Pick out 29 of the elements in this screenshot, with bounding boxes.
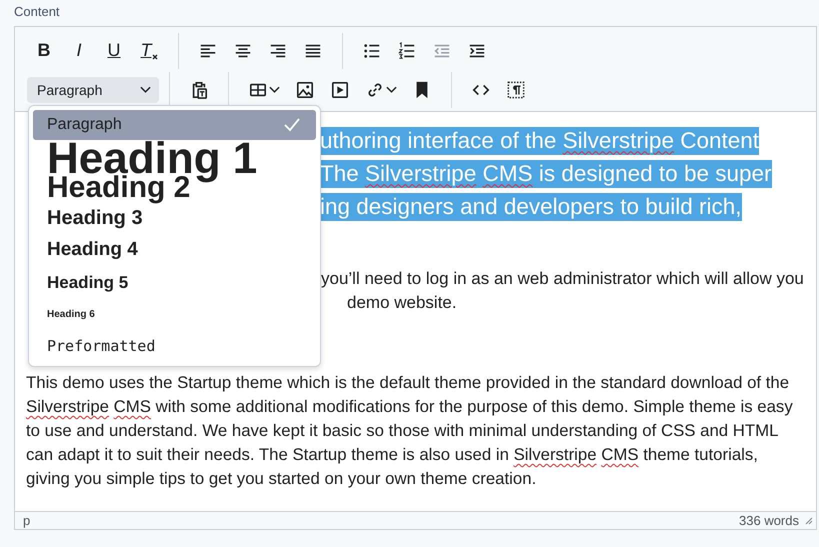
play-icon <box>331 80 349 98</box>
element-path[interactable]: p <box>23 513 30 528</box>
text-line: you’ll need to log in as an web administrator which will allow you <box>321 268 804 290</box>
italic-button[interactable]: I <box>64 36 94 66</box>
image-icon <box>296 80 314 98</box>
underline-button[interactable]: U <box>99 36 129 66</box>
numbered-list-icon <box>398 42 416 60</box>
clear-formatting-button[interactable]: T <box>134 36 164 66</box>
field-label: Content <box>14 4 61 19</box>
body-paragraph: This demo uses the Startup theme which is the default theme provided in the standard download of the Silverstripe CMS with some additional modifications for the purpose of this demo. Simple theme is easy to use and understand. We have kept it basic so those with minimal understanding of CSS and HTML can adapt it to suit their needs. The Startup theme is also used in Silverstripe CMS theme tutorials, giving you simple tips to get you started on your own theme creation. <box>26 372 794 490</box>
format-option[interactable]: Preformatted <box>33 330 316 362</box>
bold-button[interactable]: B <box>29 36 59 66</box>
word-count: 336 words <box>739 513 799 528</box>
format-option[interactable]: Paragraph <box>33 110 316 140</box>
chevron-icon <box>268 86 280 94</box>
bullet-list-icon <box>363 42 381 60</box>
clipboard-icon <box>190 80 208 98</box>
pilcrow-icon <box>507 80 525 98</box>
resize-grip-icon[interactable] <box>805 516 813 524</box>
link-icon <box>366 80 384 98</box>
format-option[interactable]: Heading 3 <box>33 202 316 234</box>
format-option[interactable]: Heading 4 <box>33 234 316 266</box>
format-option[interactable]: Heading 5 <box>33 266 316 299</box>
format-select[interactable]: Paragraph <box>27 76 159 102</box>
format-option[interactable]: Heading 6 <box>33 299 316 330</box>
chevron-icon <box>386 86 396 94</box>
text-line: demo website. <box>347 292 457 314</box>
chevron-icon <box>140 86 151 94</box>
x-icon <box>152 54 158 60</box>
